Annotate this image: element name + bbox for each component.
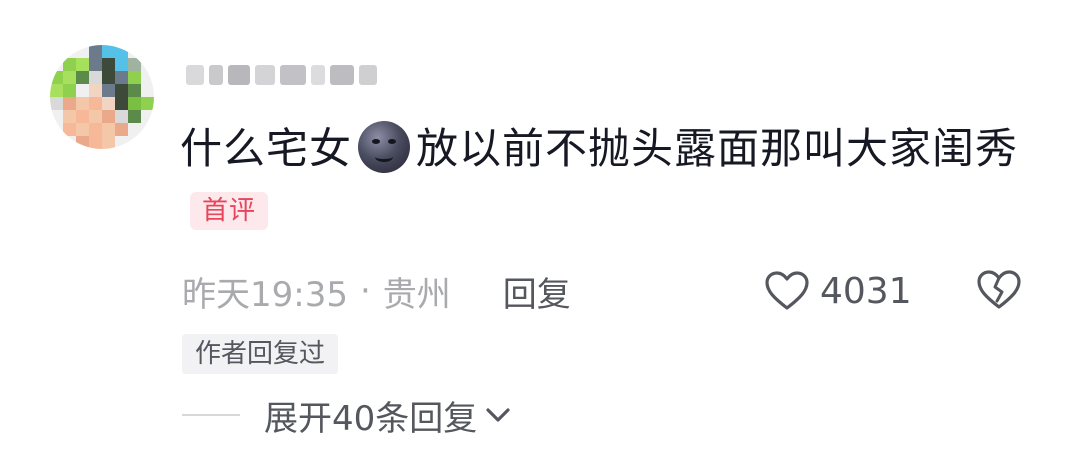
author-replied-badge: 作者回复过 <box>182 334 339 374</box>
meta-separator: · <box>359 271 371 311</box>
expand-replies-label: 展开40条回复 <box>264 398 478 439</box>
comment-text: 什么宅女 放以前不抛头露面那叫大家闺秀首评 <box>180 118 1030 242</box>
new-moon-face-icon <box>358 121 411 173</box>
comment-meta: 昨天19:35 · 贵州 回复 <box>182 267 571 316</box>
first-comment-badge: 首评 <box>190 192 269 230</box>
comment-time: 昨天19:35 <box>182 274 348 315</box>
heart-icon <box>765 271 809 310</box>
username-pixelated[interactable] <box>186 58 377 92</box>
broken-heart-icon[interactable] <box>975 266 1023 314</box>
expand-replies-button[interactable]: 展开40条回复 <box>182 392 511 439</box>
avatar[interactable] <box>50 45 154 149</box>
like-button[interactable]: 4031 <box>764 266 912 316</box>
like-count: 4031 <box>820 270 912 312</box>
divider-line <box>182 414 240 416</box>
comment-text-part-2: 放以前不抛头露面那叫大家闺秀 <box>416 124 1019 173</box>
comment-location: 贵州 <box>382 274 451 315</box>
comment-text-part-1: 什么宅女 <box>180 124 353 173</box>
reply-button[interactable]: 回复 <box>503 267 571 316</box>
chevron-down-icon <box>486 408 510 422</box>
